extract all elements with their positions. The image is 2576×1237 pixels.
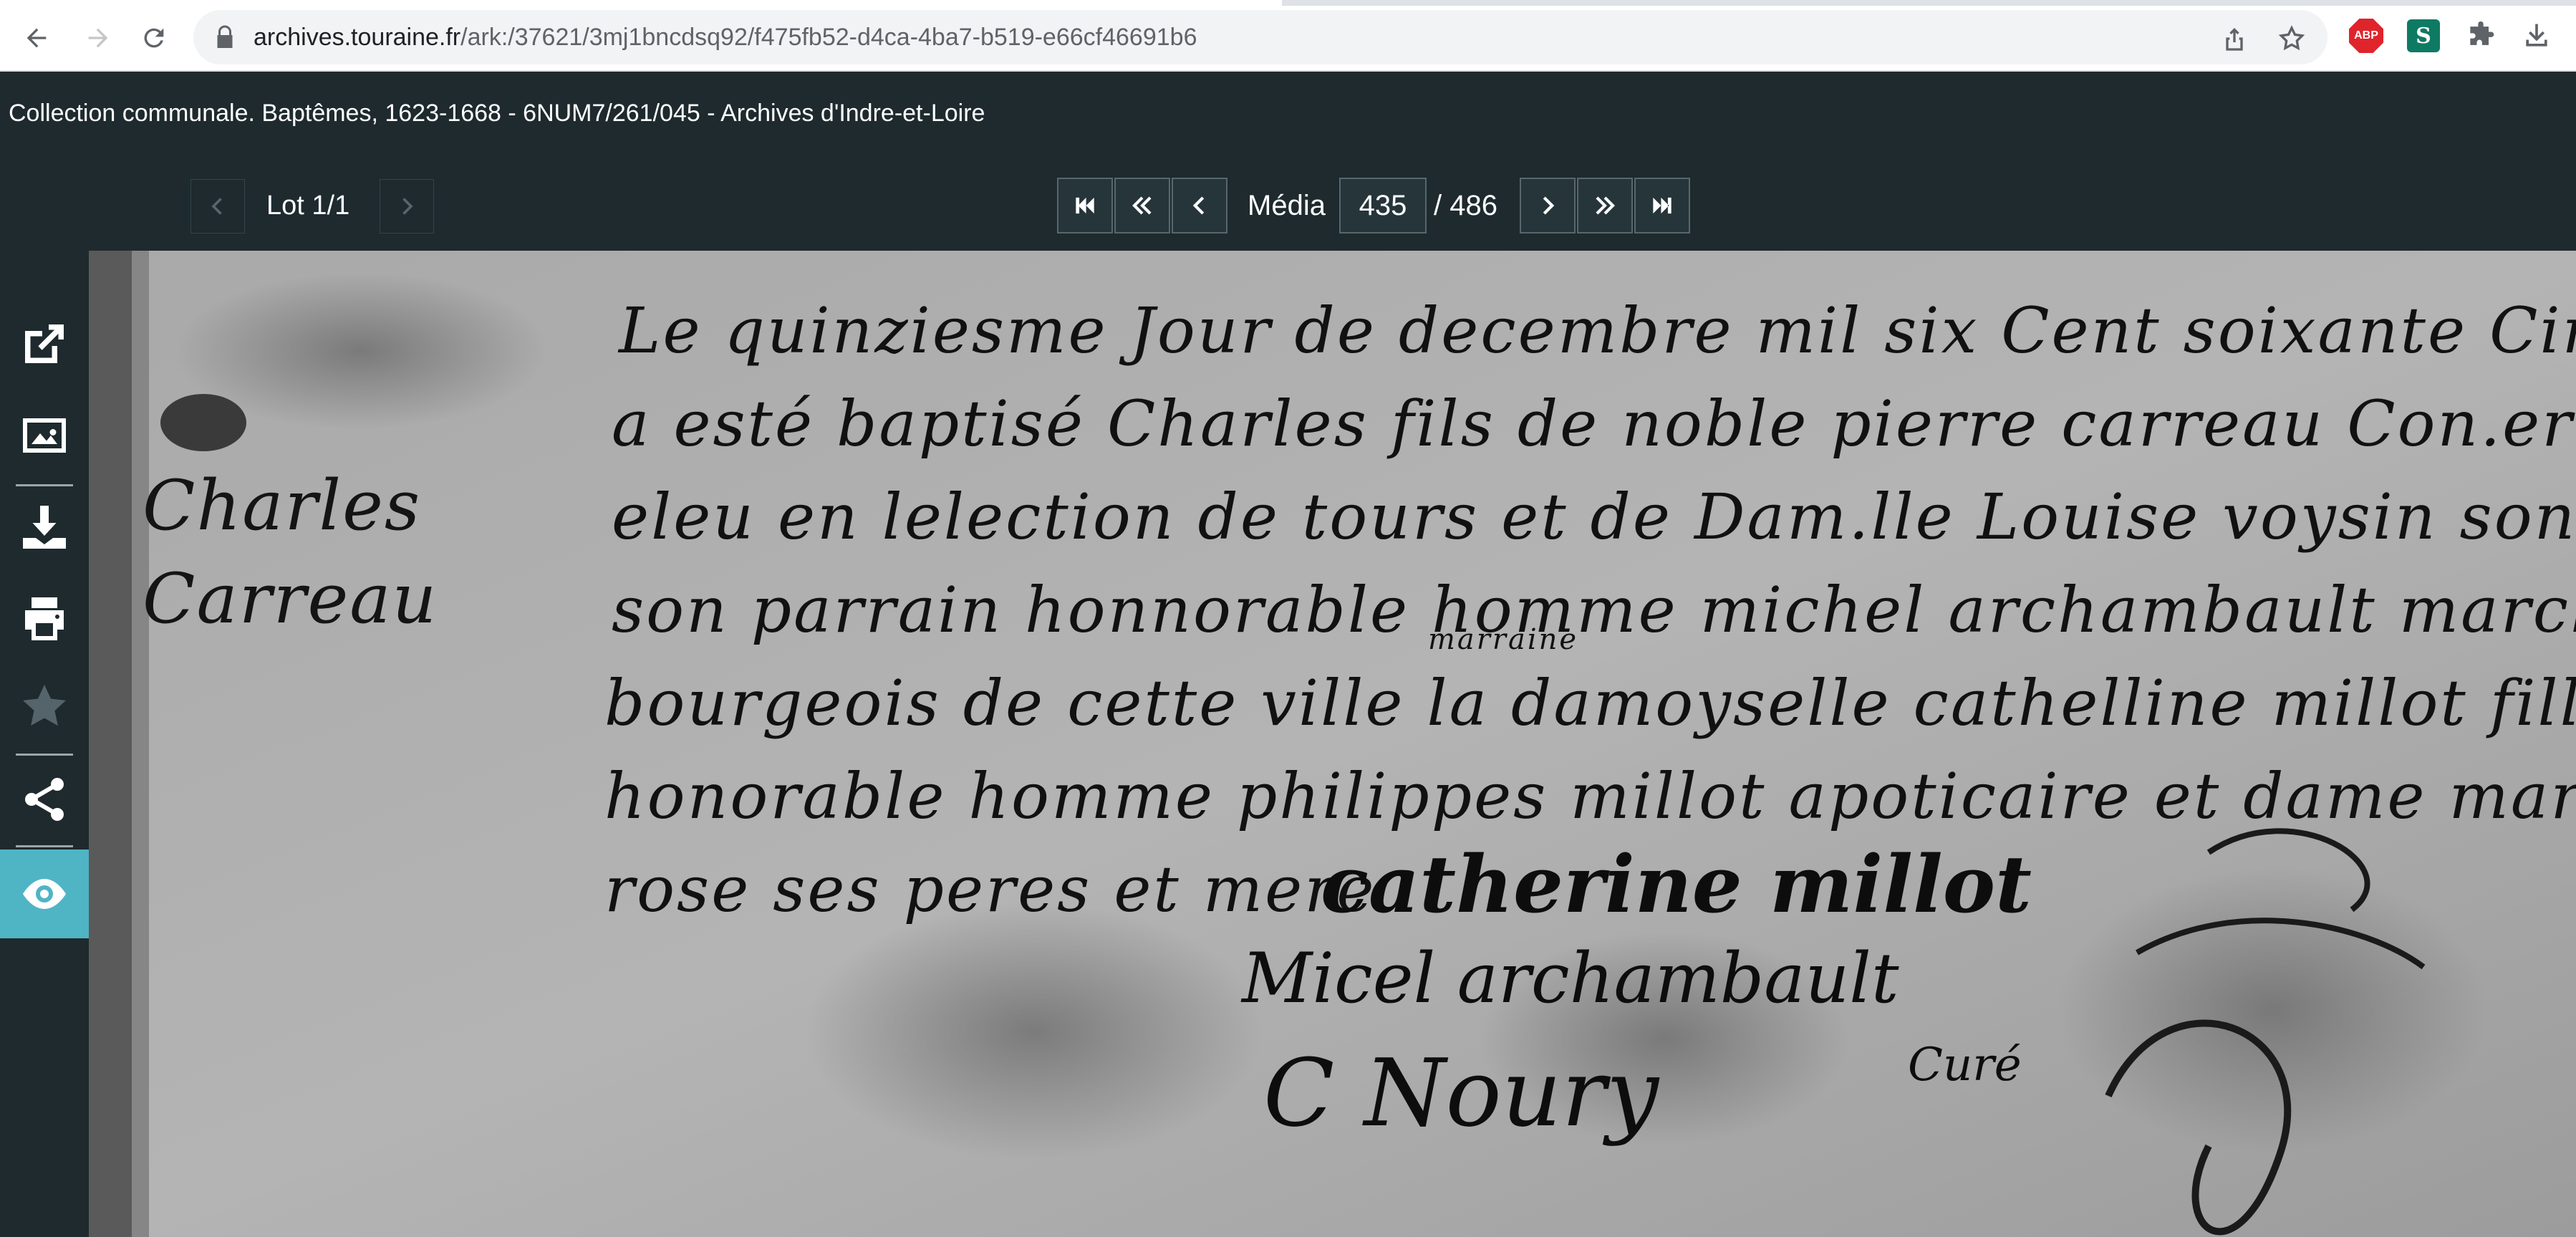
abp-icon: ABP (2349, 19, 2383, 53)
star-icon[interactable] (2277, 24, 2306, 53)
url-host: archives.touraine.fr (254, 24, 461, 51)
s-extension[interactable]: S (2405, 17, 2442, 54)
chevron-left-icon (211, 198, 222, 215)
print-button[interactable] (0, 576, 89, 662)
toolbar-divider (16, 845, 73, 847)
lock-icon[interactable] (212, 24, 238, 50)
skip-first-icon (1076, 197, 1094, 214)
chevron-right-icon (402, 198, 413, 215)
image-settings-button[interactable] (0, 393, 89, 478)
back-icon (26, 28, 47, 48)
chevron-left-icon (1192, 196, 1205, 215)
skip-last-icon (1653, 197, 1671, 214)
record-line: honorable homme philippes millot apotica… (604, 759, 2576, 833)
record-line: bourgeois de cette ville la damoyselle c… (604, 666, 2576, 740)
share-button[interactable] (0, 756, 89, 842)
s-extension-icon: S (2407, 19, 2440, 52)
reload-button[interactable] (129, 13, 179, 63)
media-first-button[interactable] (1057, 178, 1113, 234)
signature: Curé (1908, 1039, 2022, 1092)
downloads-button[interactable] (2518, 17, 2555, 54)
share-icon (25, 778, 64, 821)
url-path: /ark:/37621/3mj1bncdsq92/f475fb52-d4ca-4… (460, 24, 1197, 51)
download-button[interactable] (0, 484, 89, 570)
record-line: Le quinziesme Jour de decembre mil six C… (619, 294, 2576, 367)
margin-note-line: Charles (143, 466, 422, 546)
media-last-button[interactable] (1634, 178, 1690, 234)
browser-toolbar: archives.touraine.fr/ark:/37621/3mj1bncd… (0, 0, 2576, 72)
double-chevron-left-icon (1132, 196, 1152, 215)
open-external-button[interactable] (0, 301, 89, 387)
media-next-button[interactable] (1520, 178, 1576, 234)
media-page-input[interactable] (1339, 178, 1427, 234)
toolbar-divider (16, 754, 73, 756)
url-text[interactable]: archives.touraine.fr/ark:/37621/3mj1bncd… (254, 10, 1197, 64)
media-label: Média (1248, 190, 1326, 221)
signature: C Noury (1263, 1039, 1659, 1147)
download-icon (2526, 24, 2547, 47)
record-line: a esté baptisé Charles fils de noble pie… (612, 387, 2576, 461)
media-forward-ten-button[interactable] (1577, 178, 1633, 234)
download-icon (23, 506, 66, 549)
back-button[interactable] (11, 13, 62, 63)
forward-button[interactable] (73, 13, 123, 63)
forward-icon (88, 28, 108, 48)
document-viewer[interactable]: Charles Carreau Le quinziesme Jour de de… (89, 251, 2576, 1237)
media-back-ten-button[interactable] (1114, 178, 1170, 234)
external-link-icon (25, 324, 64, 363)
signature: Micel archambault (1242, 938, 1899, 1019)
record-line: rose ses peres et mere (604, 852, 1376, 926)
tab-strip (0, 0, 2576, 6)
print-icon (25, 597, 64, 640)
reload-icon (144, 28, 164, 48)
media-total: / 486 (1434, 190, 1497, 221)
page-title: Collection communale. Baptêmes, 1623-166… (9, 100, 985, 127)
signature: catherine millot (1321, 838, 2032, 930)
lot-prev-button[interactable] (190, 179, 245, 234)
view-toggle-button[interactable] (0, 849, 89, 938)
eye-icon (23, 879, 66, 909)
share-icon[interactable] (2220, 24, 2249, 53)
favorite-button[interactable] (0, 663, 89, 749)
double-chevron-right-icon (1596, 196, 1615, 215)
lot-next-button[interactable] (380, 179, 434, 234)
extensions-button[interactable] (2462, 17, 2499, 54)
puzzle-icon (2470, 21, 2494, 45)
media-prev-button[interactable] (1172, 178, 1227, 234)
chevron-right-icon (1543, 196, 1555, 215)
interline-note: marraine (1428, 623, 1579, 656)
star-icon (23, 685, 66, 726)
record-line: eleu en lelection de tours et de Dam.lle… (612, 480, 2576, 554)
address-bar[interactable]: archives.touraine.fr/ark:/37621/3mj1bncd… (193, 10, 2327, 64)
adblock-extension[interactable]: ABP (2348, 17, 2385, 54)
margin-note-line: Carreau (143, 559, 438, 639)
image-icon (23, 418, 66, 453)
lot-indicator: Lot 1/1 (266, 191, 350, 221)
